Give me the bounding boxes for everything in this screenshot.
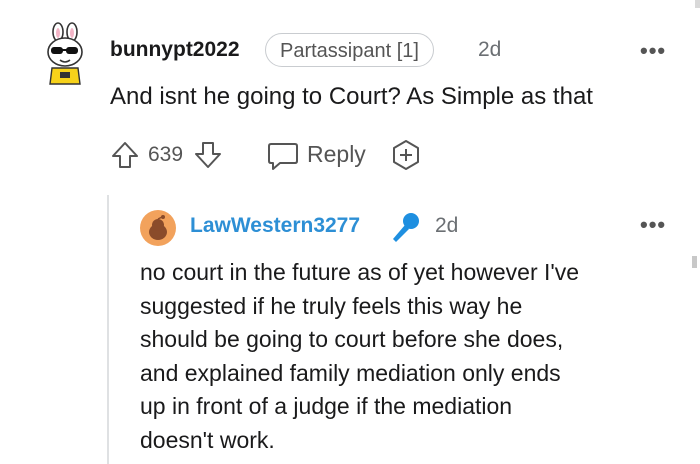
arrow-down-icon (195, 142, 221, 168)
downvote-button[interactable] (193, 140, 223, 170)
upvote-button[interactable] (110, 140, 140, 170)
plus-award-icon (393, 140, 419, 170)
microphone-icon (393, 213, 419, 242)
reply-body-line: up in front of a judge if the mediation (140, 393, 513, 419)
scrollbar[interactable] (692, 256, 697, 268)
reply-body-line: suggested if he truly feels this way he (140, 292, 523, 319)
award-button[interactable] (389, 138, 423, 172)
scroll-edge (695, 0, 700, 8)
reply-username[interactable]: LawWestern3277 (190, 214, 360, 238)
bunny-avatar-icon (47, 22, 83, 85)
speech-bubble-icon (268, 143, 298, 170)
reply-body-line: should be going to court before she does… (140, 326, 564, 352)
reply-body: no court in the future as of yet however… (140, 256, 680, 457)
snoo-avatar-icon (140, 210, 176, 246)
timestamp: 2d (478, 38, 502, 61)
reply-label[interactable]: Reply (307, 141, 366, 168)
more-options-button[interactable]: ••• (640, 38, 666, 64)
thread-line (107, 195, 109, 464)
reply-button[interactable] (266, 140, 300, 172)
reply-body-line: and explained family mediation only ends (140, 359, 561, 386)
reply-timestamp: 2d (435, 214, 459, 237)
username[interactable]: bunnypt2022 (110, 38, 240, 62)
op-badge (388, 210, 422, 244)
score: 639 (148, 143, 184, 166)
reply-more-options-button[interactable]: ••• (640, 212, 666, 238)
reply-body-line: no court in the future as of yet however… (140, 259, 580, 285)
comment-body: And isnt he going to Court? As Simple as… (110, 83, 593, 110)
arrow-up-icon (112, 142, 138, 168)
reply-avatar[interactable] (139, 209, 177, 247)
user-flair: Partassipant [1] (265, 33, 434, 67)
reply-body-line: doesn't work. (140, 426, 275, 453)
avatar[interactable] (38, 22, 94, 88)
